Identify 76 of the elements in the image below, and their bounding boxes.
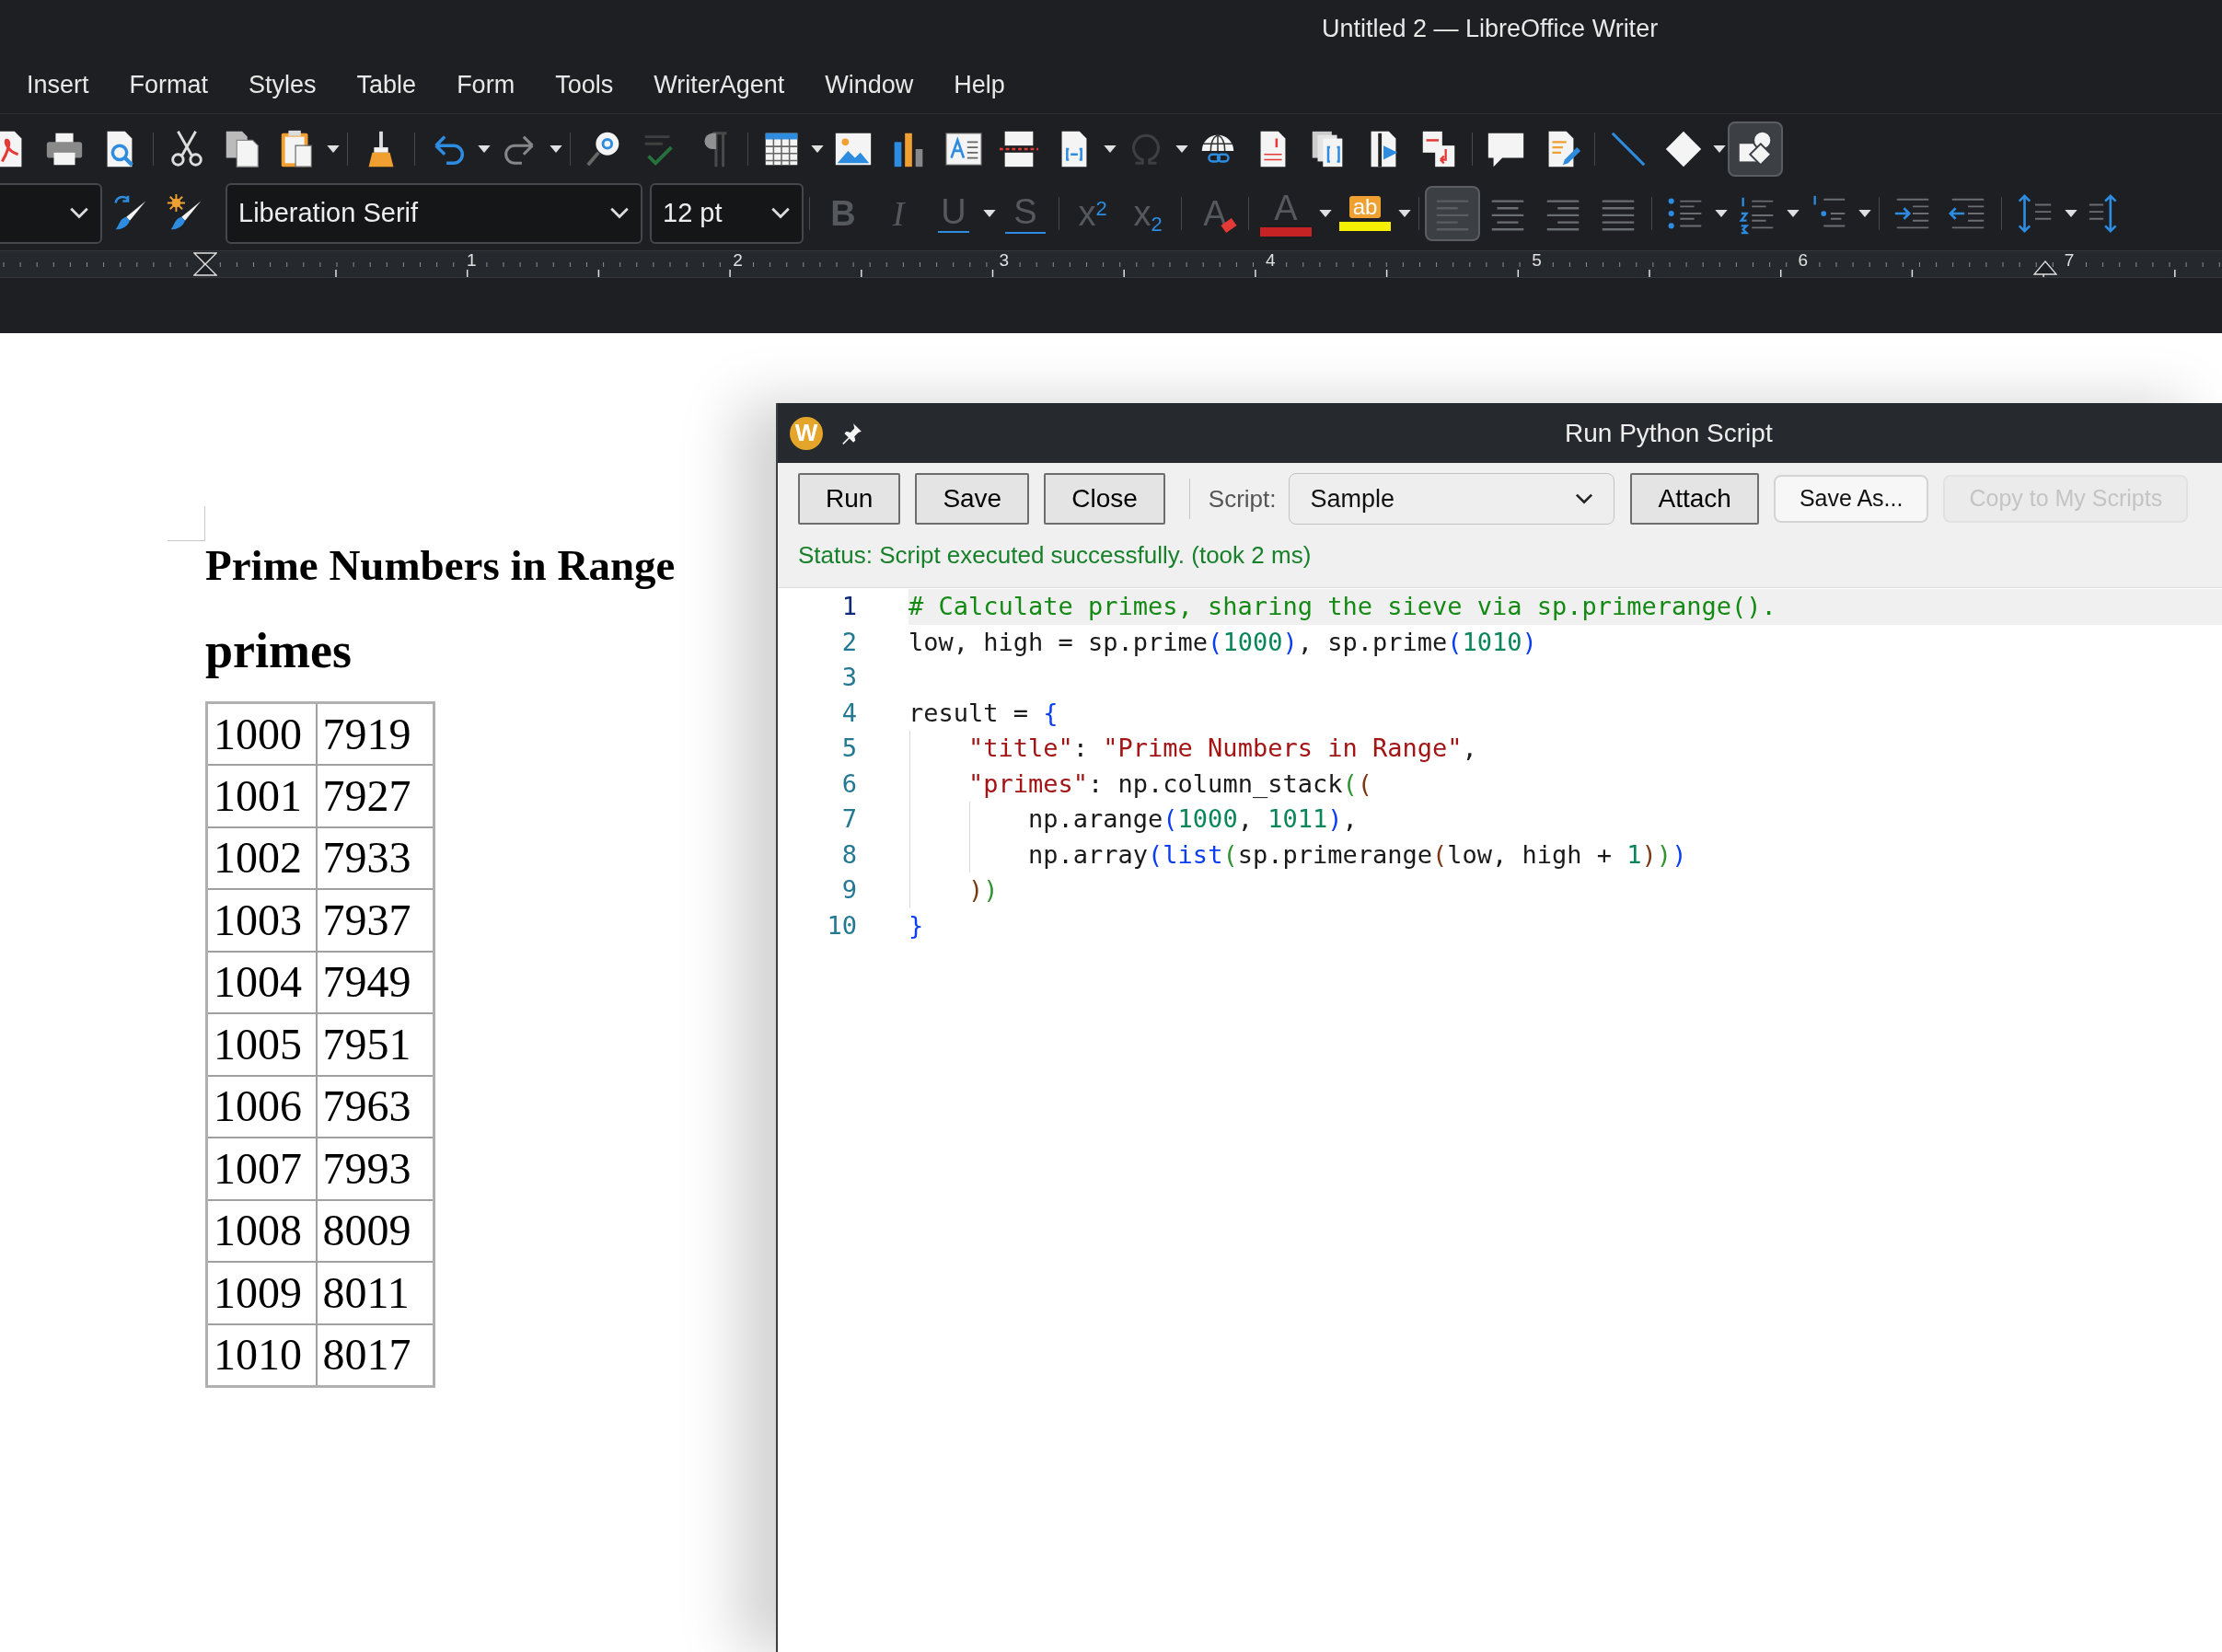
line-number: 10 [826, 909, 857, 942]
ruler-number: 4 [1263, 251, 1278, 269]
script-dropdown[interactable]: Sample [1289, 473, 1615, 525]
ruler-number: 3 [997, 251, 1012, 269]
document-subheading: primes [205, 622, 352, 680]
table-cell: 1001 [206, 765, 317, 827]
line-number: 9 [840, 874, 857, 906]
app-badge: W [790, 416, 823, 450]
window-title: Untitled 2 — LibreOffice Writer [1322, 13, 1659, 44]
menu-item[interactable]: Help [954, 66, 1005, 104]
dialog-button[interactable]: Save As... [1773, 475, 1929, 523]
menu-item[interactable]: Format [129, 66, 209, 104]
line-number: 2 [840, 626, 857, 658]
script-label: Script: [1208, 483, 1277, 514]
chevron-icon [1575, 492, 1594, 505]
dialog-button[interactable]: Attach [1630, 473, 1759, 525]
line-number: 6 [840, 768, 857, 800]
line-number: 4 [840, 697, 857, 729]
line-number: 3 [840, 662, 857, 693]
ruler-number: 6 [1796, 251, 1811, 269]
font-combo-box[interactable]: Liberation Serif [226, 183, 642, 244]
line-number: 8 [840, 838, 857, 871]
dialog-button[interactable]: Close [1044, 473, 1165, 525]
caret-icon[interactable] [1785, 208, 1801, 219]
ruler-number: 5 [1530, 251, 1544, 269]
code-line: result = { [908, 697, 1059, 729]
code-line: np.arange(1000, 1011), [1027, 803, 1358, 835]
menu-item[interactable]: Tools [555, 66, 614, 104]
line-number: 1 [840, 591, 857, 622]
code-line: "title": "Prime Numbers in Range", [967, 733, 1477, 764]
line-number: 5 [840, 733, 857, 764]
caret-icon[interactable] [809, 144, 826, 155]
table-cell: 1004 [206, 951, 317, 1013]
ruler-number: 1 [465, 251, 479, 269]
caret-icon[interactable] [325, 144, 341, 155]
menu-item[interactable]: Window [825, 66, 914, 104]
code-line: np.array(list(sp.primerange(low, high + 1))) [1027, 838, 1687, 871]
caret-icon[interactable] [1396, 208, 1413, 219]
menu-item[interactable]: Table [356, 66, 417, 104]
ruler[interactable]: 1 2 3 4 5 6 7 [0, 250, 2222, 278]
table-cell: 1007 [206, 1138, 317, 1200]
dialog-title: Run Python Script [1565, 417, 1773, 449]
menu-item[interactable]: Styles [249, 66, 317, 104]
status-message: Status: Script executed successfully. (took 2 ms) [798, 540, 1312, 571]
ruler-number: 2 [731, 251, 745, 269]
dialog-button[interactable]: Save [915, 473, 1030, 525]
code-line: "primes": np.column_stack(( [967, 768, 1372, 800]
table-cell: 1003 [206, 889, 317, 952]
menu-item[interactable]: WriterAgent [654, 66, 785, 104]
text-boundary-mark [168, 506, 205, 541]
table-cell: 1002 [206, 826, 317, 889]
caret-icon[interactable] [1713, 208, 1730, 219]
caret-icon[interactable] [1857, 208, 1873, 219]
menu-item[interactable]: Form [457, 66, 515, 104]
indent-marker-icon[interactable] [193, 252, 217, 276]
table-cell: 1000 [206, 702, 317, 765]
table-cell: 1009 [206, 1262, 317, 1324]
shapes-button[interactable] [1728, 121, 1783, 177]
dialog-button[interactable]: Run [798, 473, 901, 525]
table-cell: 1008 [206, 1199, 317, 1262]
table-cell: 1006 [206, 1075, 317, 1138]
menu-item[interactable]: Insert [27, 66, 89, 104]
code-comment: # Calculate primes, sharing the sieve via sp.primerange(). [908, 591, 1776, 622]
caret-icon[interactable] [2063, 208, 2079, 219]
code-line: )) [967, 874, 999, 906]
line-number: 7 [840, 803, 857, 835]
code-line: } [908, 909, 924, 942]
caret-icon[interactable] [1102, 144, 1118, 155]
table-cell: 1005 [206, 1013, 317, 1076]
document-heading: Prime Numbers in Range [205, 540, 676, 591]
right-indent-marker-icon[interactable] [2033, 260, 2057, 275]
caret-icon[interactable] [1711, 144, 1728, 155]
size-combo-box[interactable]: 12 pt [650, 183, 804, 244]
caret-icon[interactable] [476, 144, 492, 155]
code-line: low, high = sp.prime(1000), sp.prime(1010) [908, 626, 1537, 658]
ruler-number: 7 [2062, 251, 2077, 269]
